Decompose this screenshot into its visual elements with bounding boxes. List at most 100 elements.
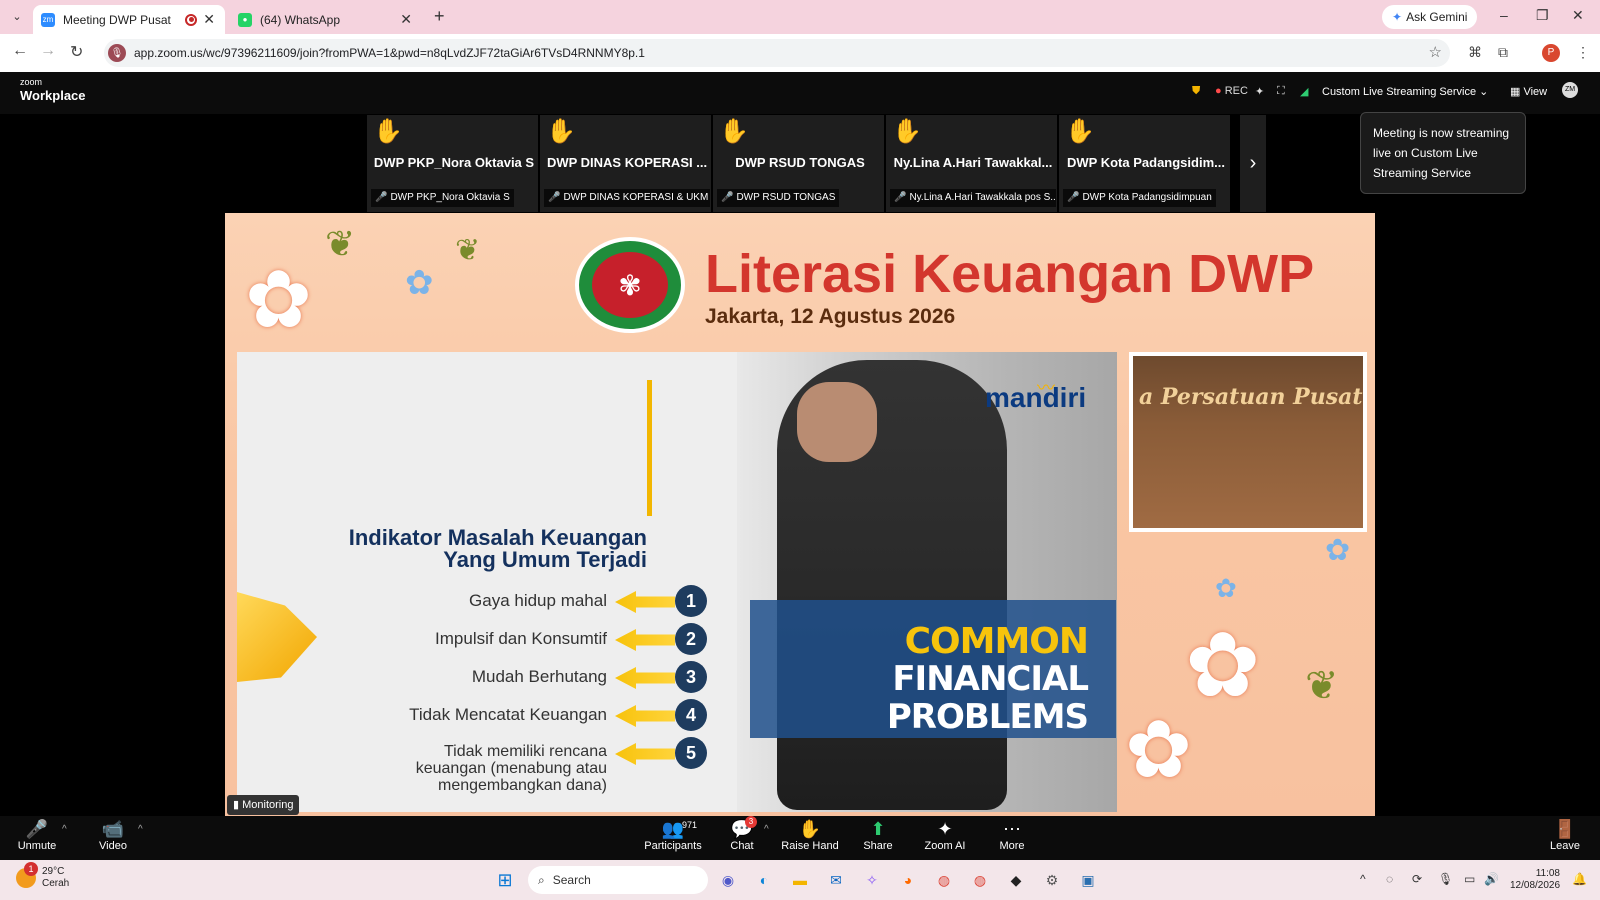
weather-widget[interactable]: 1 29°C Cerah xyxy=(16,862,69,890)
microphone-icon[interactable]: 🎙 xyxy=(1438,872,1453,886)
close-tab-icon[interactable]: ✕ xyxy=(203,11,215,28)
participant-label-text: DWP RSUD TONGAS xyxy=(736,192,836,203)
forward-button[interactable]: → xyxy=(40,42,56,60)
more-label: More xyxy=(999,840,1025,852)
muted-mic-icon: 🎤 xyxy=(721,192,734,203)
settings-icon[interactable]: ⚙ xyxy=(1041,869,1063,891)
close-tab-icon[interactable]: ✕ xyxy=(400,11,412,28)
edge-icon[interactable]: ◐ xyxy=(753,869,775,891)
heading-line-1: Indikator Masalah Keuangan xyxy=(348,525,647,550)
chat-options-chevron-icon[interactable]: ^ xyxy=(764,824,769,835)
ask-gemini-button[interactable]: ✦ Ask Gemini xyxy=(1382,5,1478,29)
browser-menu-icon[interactable]: ⋮ xyxy=(1576,44,1590,61)
participant-name: DWP Kota Padangsidim... xyxy=(1067,155,1225,170)
muted-mic-icon: 🎤 xyxy=(894,192,907,203)
more-button[interactable]: ⋯ More xyxy=(977,818,1047,852)
recording-icon xyxy=(185,13,197,26)
address-bar[interactable]: 🎙 app.zoom.us/wc/97396211609/join?fromPW… xyxy=(104,39,1450,67)
bookmark-star-icon[interactable]: ☆ xyxy=(1429,43,1442,61)
tab-whatsapp[interactable]: ● (64) WhatsApp ✕ xyxy=(230,5,422,34)
sync-icon[interactable]: ⟳ xyxy=(1412,872,1422,886)
zoom-avatar[interactable]: ZM xyxy=(1562,82,1578,98)
extensions-icon[interactable]: ⧉ xyxy=(1498,44,1508,61)
mic-in-use-icon[interactable]: 🎙 xyxy=(108,44,126,62)
monitoring-indicator[interactable]: ▮ Monitoring xyxy=(227,795,300,815)
back-button[interactable]: ← xyxy=(12,42,28,60)
participant-tile[interactable]: ✋ DWP Kota Padangsidim... 🎤 DWP Kota Pada… xyxy=(1059,115,1230,212)
chrome-profile-icon[interactable]: ◍ xyxy=(969,869,991,891)
indicator-heading: Indikator Masalah Keuangan Yang Umum Ter… xyxy=(287,527,647,571)
zoom-ai-button[interactable]: ✦ Zoom AI xyxy=(910,818,980,852)
share-label: Share xyxy=(863,840,893,852)
outlook-icon[interactable]: ✉ xyxy=(825,869,847,891)
leave-button[interactable]: 🚪 Leave xyxy=(1530,818,1600,852)
raise-hand-button[interactable]: ✋ Raise Hand xyxy=(775,818,845,852)
monitoring-label: Monitoring xyxy=(242,799,294,811)
close-window-button[interactable]: ✕ xyxy=(1572,7,1584,24)
logo-small-text: zoom xyxy=(20,77,43,87)
list-item: Tidak Mencatat Keuangan 4 xyxy=(287,699,707,731)
muted-mic-icon: 🎤 xyxy=(1067,192,1080,203)
notification-bell-icon[interactable]: 🔔 xyxy=(1572,872,1587,886)
participant-label-text: Ny.Lina A.Hari Tawakkala pos S... xyxy=(909,192,1056,203)
security-shield-icon[interactable]: ⛊ xyxy=(1192,85,1200,98)
connection-signal-icon: ◢ xyxy=(1300,86,1309,98)
tab-label: Meeting DWP Pusat xyxy=(63,12,171,27)
participant-tile[interactable]: ✋ Ny.Lina A.Hari Tawakkal... 🎤 Ny.Lina A.… xyxy=(886,115,1057,212)
raised-hand-icon: ✋ xyxy=(373,118,403,145)
participant-count: 971 xyxy=(682,820,698,830)
video-options-chevron-icon[interactable]: ^ xyxy=(138,824,143,835)
participant-name: DWP DINAS KOPERASI ... xyxy=(546,155,708,170)
view-label: View xyxy=(1523,86,1548,98)
minimize-button[interactable]: – xyxy=(1500,7,1508,23)
rec-label: REC xyxy=(1224,85,1248,97)
profile-avatar[interactable]: P xyxy=(1542,44,1560,62)
audio-options-chevron-icon[interactable]: ^ xyxy=(62,824,67,835)
participant-name: DWP RSUD TONGAS xyxy=(735,155,865,170)
share-button[interactable]: ⬆ Share xyxy=(843,818,913,852)
item-number: 3 xyxy=(675,661,707,693)
reload-button[interactable]: ↻ xyxy=(70,42,83,62)
view-button[interactable]: ▦ View xyxy=(1510,85,1547,98)
translate-icon[interactable]: ⌘ xyxy=(1468,44,1482,61)
flower-decoration-icon: ✿ xyxy=(1185,616,1261,716)
url-text[interactable]: app.zoom.us/wc/97396211609/join?fromPWA=… xyxy=(134,46,645,60)
slide-title: Literasi Keuangan DWP xyxy=(705,244,1315,304)
participant-label: 🎤 Ny.Lina A.Hari Tawakkala pos S... xyxy=(890,189,1056,207)
rec-indicator[interactable]: ● REC xyxy=(1215,85,1248,97)
new-tab-button[interactable]: + xyxy=(434,6,445,27)
firefox-icon[interactable]: ◕ xyxy=(897,869,919,891)
sticky-notes-icon[interactable]: ◆ xyxy=(1005,869,1027,891)
network-icon[interactable]: ▭ xyxy=(1464,872,1475,886)
fullscreen-icon[interactable]: ⛶ xyxy=(1277,85,1285,98)
file-explorer-icon[interactable]: ▬ xyxy=(789,869,811,891)
system-clock[interactable]: 11:08 12/08/2026 xyxy=(1510,868,1560,892)
chrome-icon[interactable]: ◍ xyxy=(933,869,955,891)
taskbar-search[interactable]: ⌕ Search xyxy=(528,866,708,894)
strip-next-arrow-icon[interactable]: › xyxy=(1240,115,1266,212)
volume-icon[interactable]: 🔊 xyxy=(1484,872,1499,886)
search-label: Search xyxy=(552,873,591,887)
copilot-icon[interactable]: ✧ xyxy=(861,869,883,891)
chat-badge: 3 xyxy=(745,816,757,828)
leaf-decoration-icon: ❦ xyxy=(455,234,481,267)
signal-bars-icon: ▮ xyxy=(233,799,240,811)
zoom-logo: zoom Workplace xyxy=(20,78,86,105)
participant-tile[interactable]: ✋ DWP DINAS KOPERASI ... 🎤 DWP DINAS KOPE… xyxy=(540,115,711,212)
tray-app-icon[interactable]: ◌ xyxy=(1386,872,1393,886)
grid-icon: ▦ xyxy=(1510,86,1521,98)
remote-desktop-icon[interactable]: ▣ xyxy=(1077,869,1099,891)
teams-icon[interactable]: ◉ xyxy=(717,869,739,891)
tab-meeting[interactable]: zm Meeting DWP Pusat ✕ xyxy=(33,5,225,34)
participant-tile[interactable]: ✋ DWP RSUD TONGAS 🎤 DWP RSUD TONGAS xyxy=(713,115,884,212)
restore-button[interactable]: ❐ xyxy=(1536,7,1549,24)
tab-search-dropdown[interactable]: ⌄ xyxy=(8,8,26,26)
ai-companion-icon[interactable]: ✦ xyxy=(1255,85,1264,98)
participant-tile[interactable]: ✋ DWP PKP_Nora Oktavia S 🎤 DWP PKP_Nora O… xyxy=(367,115,538,212)
heading-line-2: Yang Umum Terjadi xyxy=(443,547,647,572)
hand-icon: ✋ xyxy=(798,819,822,839)
windows-start-icon[interactable]: ⊞ xyxy=(494,869,516,891)
participants-button[interactable]: 👥 Participants xyxy=(638,818,708,852)
streaming-service-dropdown[interactable]: Custom Live Streaming Service ⌄ xyxy=(1322,85,1488,98)
tray-overflow-chevron-icon[interactable]: ^ xyxy=(1360,872,1366,886)
